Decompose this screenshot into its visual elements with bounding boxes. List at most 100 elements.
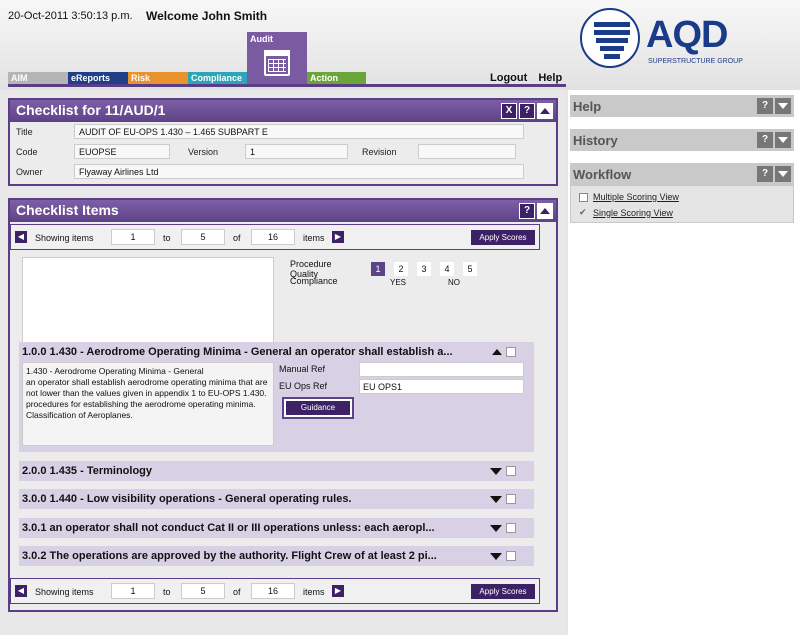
tab-action[interactable]: Action	[307, 72, 366, 84]
expand-arrow-icon[interactable]	[490, 552, 502, 560]
compliance-label: Compliance	[290, 276, 338, 286]
pager-top: ◀ Showing items 1 to 5 of 16 items ▶ App…	[10, 224, 540, 250]
code-row: Code EUOPSE Version 1 Revision	[10, 142, 556, 162]
items-help-button[interactable]: ?	[519, 203, 535, 219]
checklist-item: 2.0.0 1.435 - Terminology	[19, 461, 534, 481]
to-input[interactable]: 5	[181, 229, 225, 245]
eu-ops-ref-input[interactable]: EU OPS1	[359, 379, 524, 394]
items-label: items	[303, 233, 325, 243]
checklist-item: 3.0.2 The operations are approved by the…	[19, 546, 534, 566]
checkbox-icon[interactable]	[579, 192, 588, 202]
multiple-scoring-link[interactable]: Multiple Scoring View	[593, 192, 679, 202]
items-collapse-button[interactable]	[537, 203, 553, 219]
desc-line-2: an operator shall establish aerodrome op…	[26, 377, 268, 398]
item-checkbox[interactable]	[506, 551, 516, 561]
owner-field[interactable]: Flyaway Airlines Ltd	[74, 164, 524, 179]
to-label: to	[163, 233, 171, 243]
item-checkbox[interactable]	[506, 347, 516, 357]
chevron-down-icon[interactable]	[775, 132, 791, 148]
welcome-message: Welcome John Smith	[146, 9, 268, 23]
workflow-panel-help-button[interactable]: ?	[757, 166, 773, 182]
help-panel-help-button[interactable]: ?	[757, 98, 773, 114]
quality-option-3[interactable]: 3	[417, 262, 431, 276]
prev-page-button[interactable]: ◀	[15, 231, 27, 243]
collapse-arrow-icon[interactable]	[492, 349, 502, 355]
guidance-button-wrap: Guidance	[282, 397, 354, 419]
revision-field[interactable]	[418, 144, 516, 159]
next-page-button[interactable]: ▶	[332, 585, 344, 597]
desc-line-3: procedures for establishing the aerodrom…	[26, 399, 256, 409]
history-panel: History ?	[570, 129, 794, 151]
history-panel-help-button[interactable]: ?	[757, 132, 773, 148]
code-label: Code	[16, 147, 38, 157]
logout-link[interactable]: Logout	[490, 72, 527, 84]
tab-ereports[interactable]: eReports	[68, 72, 128, 84]
single-scoring-option[interactable]: ✔ Single Scoring View	[579, 207, 673, 218]
help-link[interactable]: Help	[538, 72, 562, 84]
tab-compliance[interactable]: Compliance	[188, 72, 247, 84]
help-panel: Help ?	[570, 95, 794, 117]
to-input[interactable]: 5	[181, 583, 225, 599]
of-label: of	[233, 587, 241, 597]
multiple-scoring-option[interactable]: Multiple Scoring View	[579, 192, 679, 202]
version-field[interactable]: 1	[245, 144, 348, 159]
top-links: Logout Help	[490, 72, 570, 84]
title-field[interactable]: AUDIT OF EU-OPS 1.430 – 1.465 SUBPART E	[74, 124, 524, 139]
help-button[interactable]: ?	[519, 103, 535, 119]
chevron-down-icon[interactable]	[775, 166, 791, 182]
expand-arrow-icon[interactable]	[490, 524, 502, 532]
item-checkbox[interactable]	[506, 466, 516, 476]
owner-row: Owner Flyaway Airlines Ltd	[10, 162, 556, 182]
item-checkbox[interactable]	[506, 523, 516, 533]
from-input[interactable]: 1	[111, 229, 155, 245]
tab-risk[interactable]: Risk	[128, 72, 188, 84]
item-title[interactable]: 3.0.1 an operator shall not conduct Cat …	[22, 522, 435, 534]
item-checkbox[interactable]	[506, 494, 516, 504]
item-title[interactable]: 2.0.0 1.435 - Terminology	[22, 465, 152, 477]
checklist-item-expanded: 1.0.0 1.430 - Aerodrome Operating Minima…	[19, 342, 534, 452]
current-datetime: 20-Oct-2011 3:50:13 p.m.	[8, 10, 133, 22]
checklist-item: 3.0.1 an operator shall not conduct Cat …	[19, 518, 534, 538]
code-field[interactable]: EUOPSE	[74, 144, 170, 159]
help-panel-title: Help	[573, 99, 602, 114]
item-title[interactable]: 1.0.0 1.430 - Aerodrome Operating Minima…	[22, 346, 453, 358]
checklist-panel: Checklist for 11/AUD/1 X ? Title AUDIT O…	[8, 98, 558, 186]
manual-ref-input[interactable]	[359, 362, 524, 377]
check-icon: ✔	[579, 207, 587, 217]
single-scoring-link[interactable]: Single Scoring View	[593, 208, 673, 218]
tab-aim[interactable]: AIM	[8, 72, 68, 84]
chevron-down-icon[interactable]	[775, 98, 791, 114]
company-logo: AQD SUPERSTRUCTURE GROUP	[580, 8, 780, 68]
desc-line-1: 1.430 - Aerodrome Operating Minima - Gen…	[26, 366, 204, 376]
item-title[interactable]: 3.0.2 The operations are approved by the…	[22, 550, 437, 562]
workflow-panel-header[interactable]: Workflow ?	[570, 163, 794, 185]
checklist-panel-header: Checklist for 11/AUD/1 X ?	[10, 100, 556, 122]
apply-scores-button[interactable]: Apply Scores	[471, 584, 535, 599]
total-field: 16	[251, 229, 295, 245]
compliance-no[interactable]: NO	[448, 278, 460, 287]
close-button[interactable]: X	[501, 103, 517, 119]
version-label: Version	[188, 147, 219, 157]
expand-arrow-icon[interactable]	[490, 495, 502, 503]
collapse-button[interactable]	[537, 103, 553, 119]
item-title[interactable]: 3.0.0 1.440 - Low visibility operations …	[22, 493, 352, 505]
expand-arrow-icon[interactable]	[490, 467, 502, 475]
help-panel-header[interactable]: Help ?	[570, 95, 794, 117]
history-panel-header[interactable]: History ?	[570, 129, 794, 151]
apply-scores-button[interactable]: Apply Scores	[471, 230, 535, 245]
response-textarea[interactable]	[22, 257, 274, 343]
quality-option-5[interactable]: 5	[463, 262, 477, 276]
quality-option-2[interactable]: 2	[394, 262, 408, 276]
compliance-yes[interactable]: YES	[390, 278, 406, 287]
quality-option-4[interactable]: 4	[440, 262, 454, 276]
tab-audit[interactable]: Audit	[247, 32, 307, 84]
prev-page-button[interactable]: ◀	[15, 585, 27, 597]
pager-bottom: ◀ Showing items 1 to 5 of 16 items ▶ App…	[10, 578, 540, 604]
workflow-panel: Workflow ? Multiple Scoring View ✔ Singl…	[570, 163, 794, 223]
next-page-button[interactable]: ▶	[332, 231, 344, 243]
logo-text: AQD	[646, 14, 728, 56]
from-input[interactable]: 1	[111, 583, 155, 599]
quality-option-1[interactable]: 1	[371, 262, 385, 276]
items-label: items	[303, 587, 325, 597]
guidance-button[interactable]: Guidance	[286, 401, 350, 415]
